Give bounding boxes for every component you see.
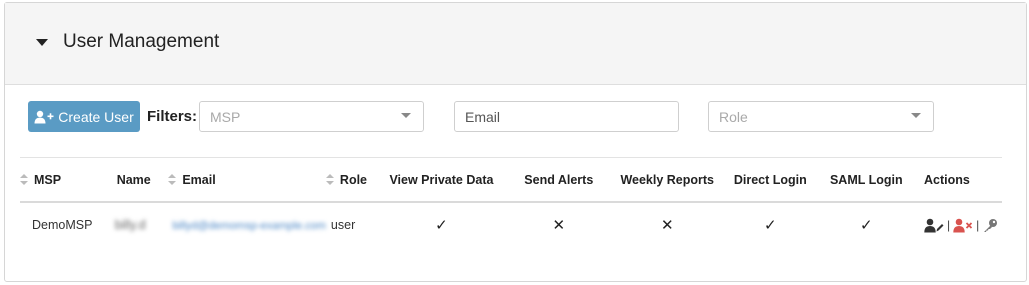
filters-label: Filters: bbox=[147, 108, 198, 125]
msp-filter-select[interactable]: MSP bbox=[199, 101, 424, 132]
users-table: MSP Name Email Role View Private Data Se… bbox=[20, 157, 1002, 247]
cell-role: user bbox=[330, 218, 356, 232]
cell-email: billyd@demomsp-example.com bbox=[168, 202, 326, 247]
check-icon: ✓ bbox=[860, 217, 873, 234]
email-filter-placeholder: Email bbox=[465, 108, 501, 125]
user-remove-icon[interactable] bbox=[953, 218, 973, 233]
create-user-button[interactable]: Create User bbox=[28, 101, 140, 132]
sort-icon bbox=[168, 174, 177, 186]
cell-name: billy.d bbox=[107, 202, 169, 247]
column-header-saml-login: SAML Login bbox=[816, 157, 917, 203]
cell-saml-login: ✓ bbox=[817, 202, 916, 247]
role-filter-placeholder: Role bbox=[719, 108, 748, 125]
key-icon[interactable] bbox=[982, 218, 998, 233]
sort-icon bbox=[20, 174, 28, 186]
user-plus-icon bbox=[34, 110, 54, 123]
action-separator: | bbox=[976, 218, 980, 232]
check-icon: ✓ bbox=[435, 217, 448, 234]
role-filter-select[interactable]: Role bbox=[708, 101, 934, 132]
cross-icon: ✕ bbox=[552, 217, 566, 234]
panel-title: User Management bbox=[63, 31, 220, 52]
user-name: billy.d bbox=[114, 218, 146, 232]
column-header-direct-login: Direct Login bbox=[724, 157, 817, 203]
action-separator: | bbox=[947, 218, 951, 232]
cell-weekly-reports: ✕ bbox=[610, 202, 724, 247]
column-header-role[interactable]: Role bbox=[325, 157, 376, 203]
column-header-view-private: View Private Data bbox=[375, 157, 508, 203]
check-icon: ✓ bbox=[764, 217, 777, 234]
table-header-row: MSP Name Email Role View Private Data Se… bbox=[20, 157, 1002, 203]
cell-direct-login: ✓ bbox=[724, 202, 817, 247]
column-header-send-alerts: Send Alerts bbox=[507, 157, 611, 203]
sort-icon bbox=[325, 174, 334, 186]
column-header-weekly-reports: Weekly Reports bbox=[610, 157, 725, 203]
cell-msp: DemoMSP bbox=[32, 218, 93, 232]
create-user-label: Create User bbox=[58, 108, 134, 125]
cross-icon: ✕ bbox=[660, 217, 674, 234]
column-header-actions: Actions bbox=[916, 157, 1002, 203]
msp-filter-placeholder: MSP bbox=[210, 108, 241, 125]
caret-down-icon[interactable] bbox=[36, 39, 48, 46]
cell-actions: | | bbox=[916, 202, 1002, 247]
column-header-msp[interactable]: MSP bbox=[20, 157, 107, 203]
table-row: DemoMSP billy.d billyd@demomsp-example.c… bbox=[20, 202, 1002, 247]
cell-view-private: ✓ bbox=[376, 202, 507, 247]
chevron-down-icon bbox=[401, 113, 411, 118]
user-email-link[interactable]: billyd@demomsp-example.com bbox=[172, 220, 326, 232]
column-header-email[interactable]: Email bbox=[168, 157, 326, 203]
cell-send-alerts: ✕ bbox=[507, 202, 610, 247]
column-header-name: Name bbox=[106, 157, 169, 203]
panel-header[interactable]: User Management bbox=[5, 3, 1026, 85]
user-edit-icon[interactable] bbox=[924, 218, 944, 233]
chevron-down-icon bbox=[911, 113, 921, 118]
email-filter-input[interactable]: Email bbox=[454, 101, 679, 132]
